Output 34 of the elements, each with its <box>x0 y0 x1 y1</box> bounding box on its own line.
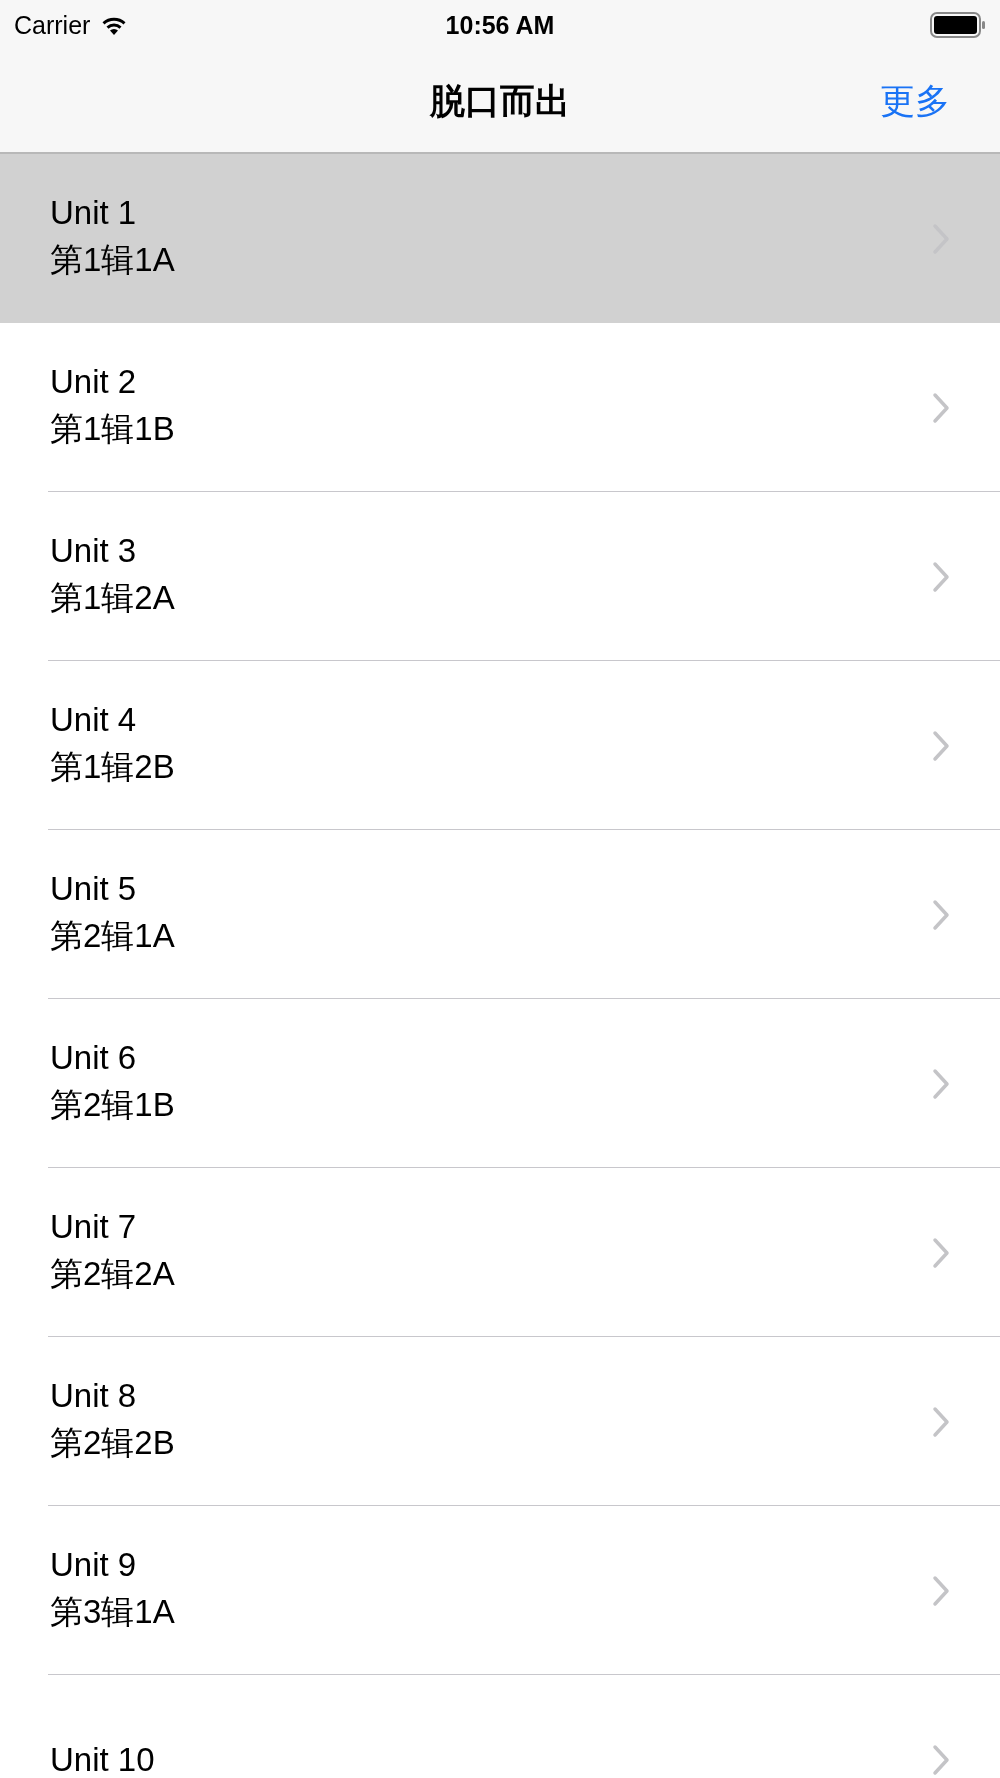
unit-subtitle: 第3辑1A <box>50 1592 176 1632</box>
chevron-icon <box>932 391 950 424</box>
unit-title: Unit 8 <box>50 1377 138 1415</box>
unit-title: Unit 6 <box>50 1039 138 1077</box>
chevron-icon <box>932 1067 950 1100</box>
chevron-icon <box>932 1236 950 1269</box>
chevron-icon <box>932 1743 950 1776</box>
unit-subtitle: 第2辑2A <box>50 1254 176 1294</box>
unit-title: Unit 1 <box>50 194 138 232</box>
unit-subtitle: 第2辑2B <box>50 1423 176 1463</box>
unit-title: Unit 3 <box>50 532 138 570</box>
chevron-icon <box>932 1405 950 1438</box>
unit-subtitle: 第1辑1B <box>50 409 176 449</box>
more-button[interactable]: 更多 <box>880 77 950 125</box>
unit-row[interactable]: Unit 1 第1辑1A <box>0 154 1000 323</box>
status-time: 10:56 AM <box>445 10 555 40</box>
chevron-icon <box>932 729 950 762</box>
unit-title: Unit 9 <box>50 1546 138 1584</box>
chevron-icon <box>932 1574 950 1607</box>
battery-icon <box>930 12 986 38</box>
unit-title: Unit 2 <box>50 363 138 401</box>
unit-title: Unit 7 <box>50 1208 138 1246</box>
chevron-icon <box>932 898 950 931</box>
unit-subtitle: 第2辑1A <box>50 916 176 956</box>
unit-title: Unit 5 <box>50 870 138 908</box>
unit-subtitle: 第1辑2B <box>50 747 176 787</box>
carrier-label: Carrier <box>14 10 91 40</box>
unit-subtitle: 第2辑1B <box>50 1085 176 1125</box>
chevron-icon <box>932 560 950 593</box>
unit-title: Unit 4 <box>50 701 138 739</box>
unit-subtitle: 第1辑2A <box>50 578 176 618</box>
unit-title: Unit 10 <box>50 1740 156 1778</box>
unit-subtitle: 第1辑1A <box>50 240 176 280</box>
nav-title: 脱口而出 <box>430 79 570 122</box>
